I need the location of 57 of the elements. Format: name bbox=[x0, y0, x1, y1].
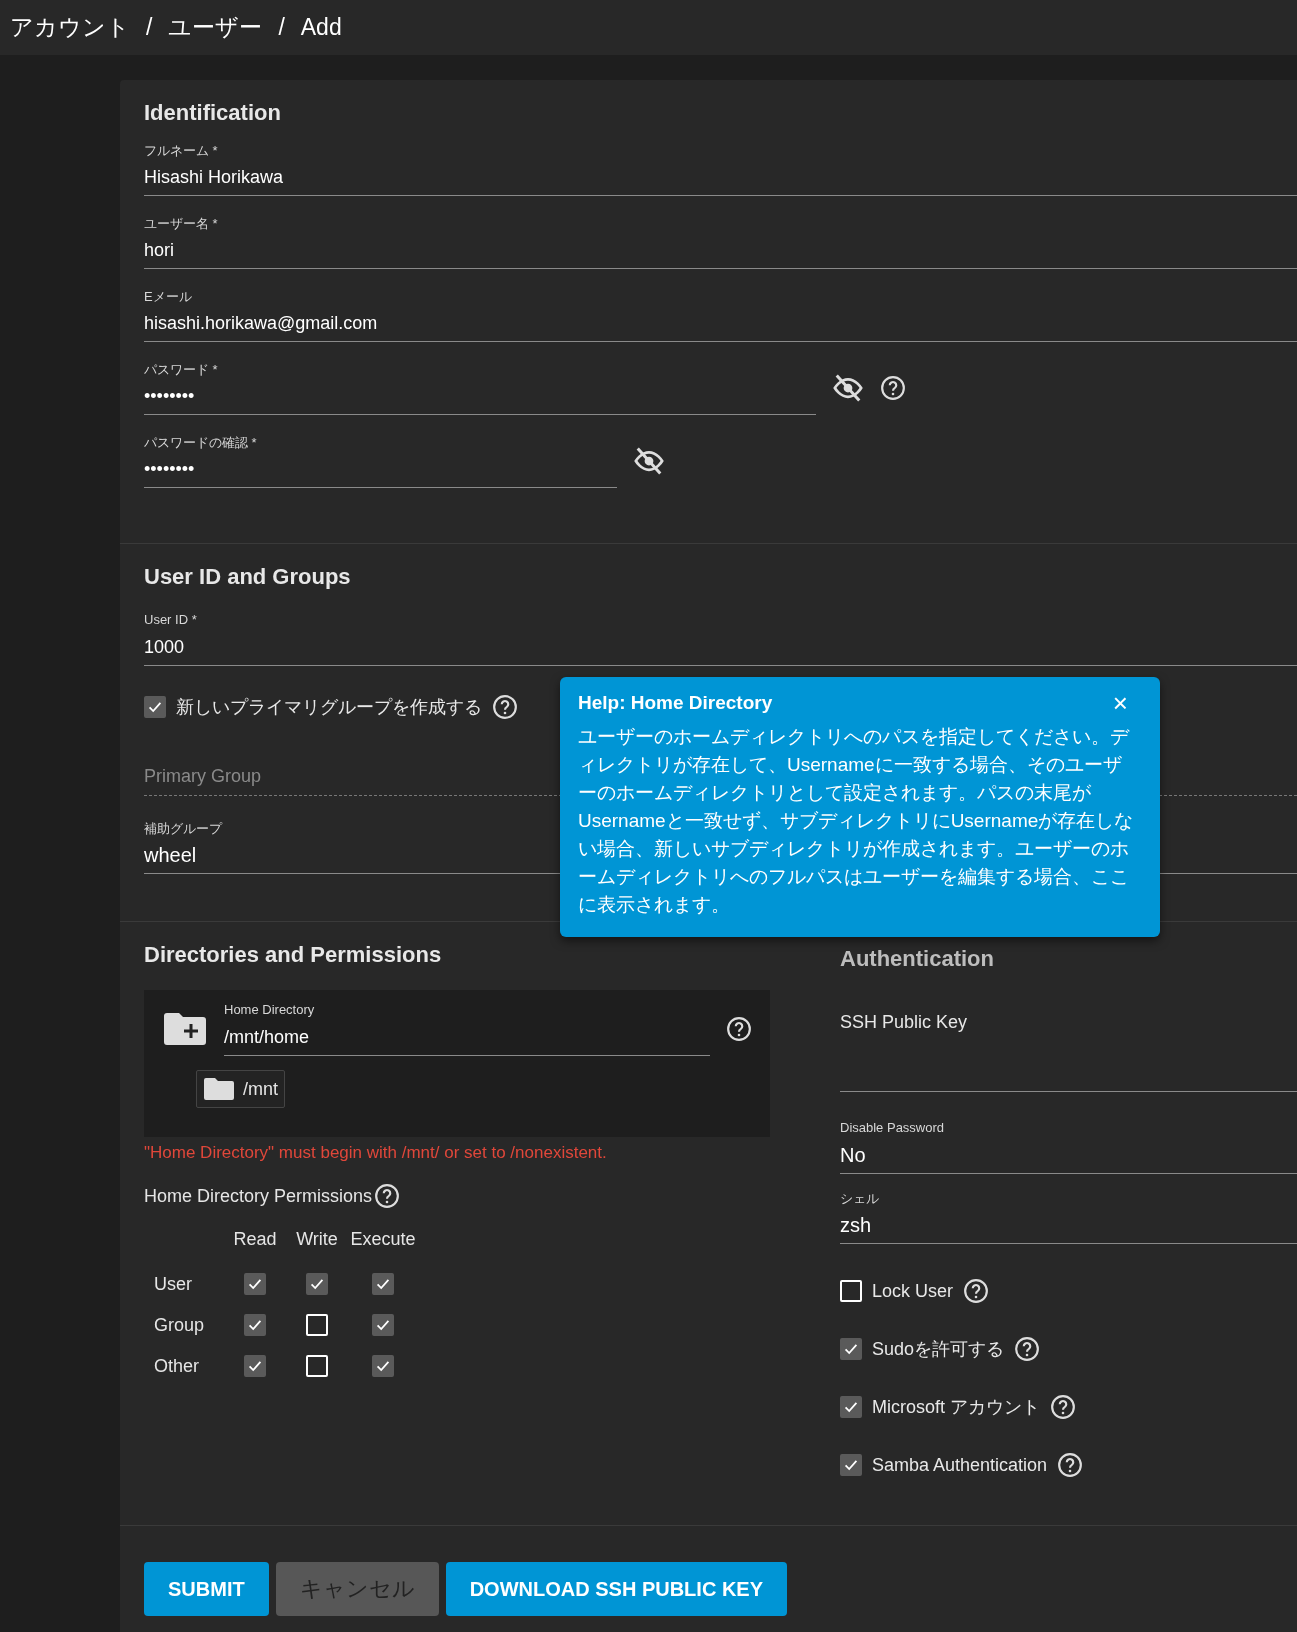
help-icon[interactable] bbox=[1050, 1394, 1076, 1420]
checkbox[interactable] bbox=[244, 1314, 266, 1336]
checkbox[interactable] bbox=[372, 1273, 394, 1295]
checkbox[interactable] bbox=[244, 1273, 266, 1295]
input-field[interactable]: フルネーム * Hisashi Horikawa bbox=[144, 142, 1297, 196]
input-field[interactable]: Eメール hisashi.horikawa@gmail.com bbox=[144, 288, 1297, 342]
folder-icon bbox=[203, 1077, 235, 1101]
row-label: User bbox=[153, 1273, 193, 1295]
checkbox[interactable] bbox=[840, 1396, 862, 1418]
checkbox[interactable] bbox=[144, 696, 166, 718]
select-field[interactable]: シェル zsh bbox=[840, 1190, 1297, 1244]
folder-node[interactable]: /mnt bbox=[196, 1070, 285, 1108]
section-title: User ID and Groups bbox=[144, 564, 352, 590]
section-title: Directories and Permissions bbox=[144, 942, 443, 968]
checkbox-label: Samba Authentication bbox=[872, 1454, 1048, 1476]
text-area[interactable]: SSH Public Key bbox=[840, 1012, 1297, 1092]
column-header: Write bbox=[295, 1229, 339, 1250]
breadcrumb-link[interactable]: ユーザー bbox=[168, 12, 263, 43]
checkbox[interactable] bbox=[372, 1355, 394, 1377]
folder-plus-icon[interactable] bbox=[162, 1011, 208, 1047]
help-icon[interactable] bbox=[492, 694, 518, 720]
column-header: Execute bbox=[349, 1229, 417, 1250]
column-header: Read bbox=[232, 1229, 278, 1250]
checkbox-label: Microsoft アカウント bbox=[872, 1396, 1040, 1419]
input-field[interactable]: User ID * 1000 bbox=[144, 612, 1297, 666]
help-icon[interactable] bbox=[1057, 1452, 1084, 1478]
folder-name: /mnt bbox=[243, 1078, 278, 1100]
help-icon[interactable] bbox=[374, 1183, 401, 1209]
checkbox-label: Sudoを許可する bbox=[872, 1338, 1005, 1361]
select-field[interactable]: Disable Password No bbox=[840, 1120, 1297, 1174]
input-field[interactable]: パスワード * •••••••• bbox=[144, 361, 816, 415]
breadcrumb-separator: / bbox=[146, 14, 153, 41]
permissions-title: Home Directory Permissions bbox=[144, 1185, 373, 1207]
row-label: Group bbox=[153, 1314, 206, 1336]
input-field[interactable]: パスワードの確認 * •••••••• bbox=[144, 434, 617, 488]
checkbox-label: 新しいプライマリグループを作成する bbox=[176, 696, 482, 719]
input-field[interactable]: ユーザー名 * hori bbox=[144, 215, 1297, 269]
tooltip-text: ユーザーのホームディレクトリへのパスを指定してください。ディレクトリが存在して、Usernameに一致する場合、そのユーザーのホームディレクトリとして設定されます。パスの末尾がUsernameと一致せず、サブディレクトリにUsernameが存在しない場合、新しいサブディレクトリが作成されます。ユーザーのホームディレクトリへのフルパスはユーザーを編集する場合、ここに表示されます。 bbox=[578, 725, 1134, 917]
error-message: "Home Directory" must begin with /mnt/ or set to /nonexistent. bbox=[144, 1143, 608, 1163]
checkbox[interactable] bbox=[840, 1338, 862, 1360]
help-icon[interactable] bbox=[1014, 1336, 1041, 1362]
breadcrumb-link[interactable]: アカウント bbox=[10, 12, 130, 43]
help-icon[interactable] bbox=[963, 1278, 990, 1304]
checkbox[interactable] bbox=[840, 1454, 862, 1476]
input-field[interactable]: Home Directory /mnt/home bbox=[224, 1002, 710, 1056]
checkbox[interactable] bbox=[306, 1273, 328, 1295]
checkbox[interactable] bbox=[244, 1355, 266, 1377]
tooltip-title: Help: Home Directory bbox=[578, 692, 773, 714]
section-title: Authentication bbox=[840, 945, 995, 972]
help-icon[interactable] bbox=[726, 1016, 752, 1042]
checkbox-label: Lock User bbox=[872, 1280, 954, 1302]
help-icon[interactable] bbox=[880, 375, 906, 401]
checkbox[interactable] bbox=[372, 1314, 394, 1336]
row-label: Other bbox=[153, 1355, 201, 1377]
section-title: Identification bbox=[144, 100, 282, 126]
breadcrumb-current: Add bbox=[300, 14, 342, 41]
breadcrumb-separator: / bbox=[278, 14, 285, 41]
